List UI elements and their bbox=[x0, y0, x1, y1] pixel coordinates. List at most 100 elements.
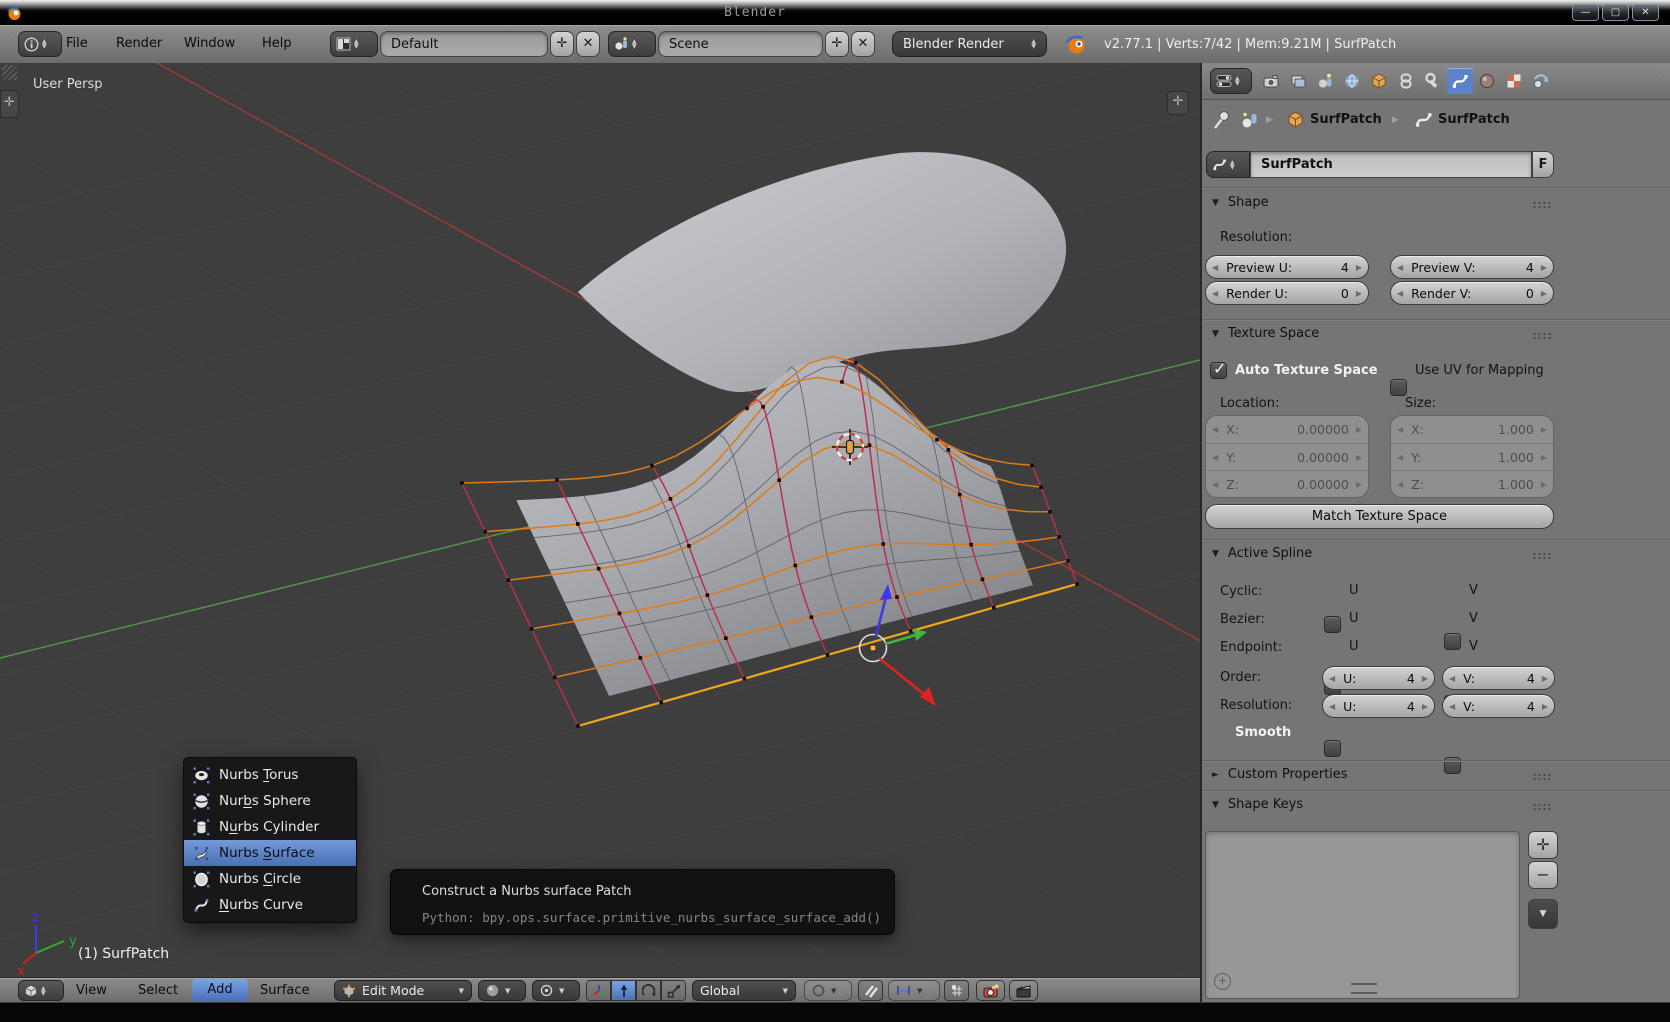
fake-user-button[interactable]: F bbox=[1532, 151, 1554, 178]
tab-object[interactable] bbox=[1366, 68, 1392, 94]
tab-material[interactable] bbox=[1474, 68, 1500, 94]
custom-properties-panel-header[interactable]: ► Custom Properties bbox=[1212, 767, 1348, 782]
endpoint-u-checkbox[interactable] bbox=[1324, 740, 1341, 757]
tab-physics[interactable] bbox=[1528, 68, 1554, 94]
add-shape-key-icon[interactable]: + bbox=[1214, 973, 1231, 990]
snap-element-dropdown[interactable]: ▼ bbox=[888, 980, 940, 1001]
object-cube-icon[interactable] bbox=[1286, 110, 1305, 129]
preview-v-field[interactable]: ◀Preview V:4▶ bbox=[1390, 255, 1554, 279]
3d-viewport-scene[interactable] bbox=[0, 63, 1200, 977]
shape-keys-list[interactable]: + bbox=[1205, 831, 1520, 999]
increment-arrow-icon[interactable]: ▶ bbox=[1541, 289, 1547, 298]
rotate-manipulator-toggle[interactable] bbox=[636, 980, 661, 1001]
toolshelf-expand-tab[interactable]: ✛ bbox=[0, 90, 19, 118]
texture-location-fields[interactable]: ◀X:0.00000▶ ◀Y:0.00000▶ ◀Z:0.00000▶ bbox=[1205, 415, 1369, 498]
editor-type-selector[interactable]: ▲▼ bbox=[18, 31, 62, 57]
size-z-field[interactable]: ◀Z:1.000▶ bbox=[1391, 470, 1553, 497]
render-u-field[interactable]: ◀Render U:0▶ bbox=[1205, 281, 1369, 305]
floating-nurbs-surface[interactable] bbox=[578, 152, 1066, 392]
menu-item-nurbs-cylinder[interactable]: Nurbs Cylinder bbox=[184, 814, 356, 840]
breadcrumb-data-name[interactable]: SurfPatch bbox=[1438, 112, 1510, 127]
delete-scene-button[interactable]: ✕ bbox=[851, 31, 875, 57]
scene-selector[interactable]: ▲▼ bbox=[608, 31, 656, 57]
order-u-field[interactable]: ◀U:4▶ bbox=[1322, 666, 1435, 690]
screen-layout-selector[interactable]: ▲▼ bbox=[330, 31, 378, 57]
proportional-edit-dropdown[interactable]: ▼ bbox=[804, 980, 852, 1001]
datablock-name-field[interactable]: SurfPatch bbox=[1250, 151, 1532, 178]
order-v-field[interactable]: ◀V:4▶ bbox=[1442, 666, 1555, 690]
preview-u-field[interactable]: ◀Preview U:4▶ bbox=[1205, 255, 1369, 279]
list-resize-handle[interactable] bbox=[1351, 983, 1377, 994]
pivot-center-dropdown[interactable]: ▼ bbox=[532, 980, 580, 1001]
manipulator-toggle[interactable] bbox=[586, 980, 611, 1001]
menu-file[interactable]: File bbox=[66, 36, 88, 51]
tab-texture[interactable] bbox=[1501, 68, 1527, 94]
active-spline-panel-header[interactable]: ▼ Active Spline bbox=[1212, 546, 1312, 561]
menu-item-nurbs-surface[interactable]: Nurbs Surface bbox=[184, 840, 356, 866]
shape-keys-panel-header[interactable]: ▼ Shape Keys bbox=[1212, 797, 1303, 812]
delete-layout-button[interactable]: ✕ bbox=[576, 31, 600, 57]
menu-item-nurbs-torus[interactable]: Nurbs Torus bbox=[184, 762, 356, 788]
properties-shelf-expand-tab[interactable]: ✛ bbox=[1167, 91, 1189, 115]
texture-size-fields[interactable]: ◀X:1.000▶ ◀Y:1.000▶ ◀Z:1.000▶ bbox=[1390, 415, 1554, 498]
shape-key-specials-dropdown[interactable]: ▼ bbox=[1528, 899, 1558, 929]
breadcrumb-object-name[interactable]: SurfPatch bbox=[1310, 112, 1382, 127]
increment-arrow-icon[interactable]: ▶ bbox=[1542, 674, 1548, 683]
menu-select[interactable]: Select bbox=[138, 983, 178, 998]
tab-render-layers[interactable] bbox=[1285, 68, 1311, 94]
add-shape-key-button[interactable]: ✛ bbox=[1528, 831, 1558, 859]
increment-arrow-icon[interactable]: ▶ bbox=[1422, 674, 1428, 683]
auto-texture-space-checkbox[interactable] bbox=[1210, 362, 1227, 379]
editor-type-selector[interactable]: ▲▼ bbox=[1210, 68, 1252, 94]
remove-shape-key-button[interactable]: − bbox=[1528, 861, 1558, 889]
menu-add[interactable]: Add bbox=[192, 979, 248, 1001]
pin-icon[interactable] bbox=[1212, 109, 1232, 131]
menu-view[interactable]: View bbox=[76, 983, 107, 998]
panel-grip[interactable] bbox=[1532, 773, 1552, 781]
minimize-button[interactable]: — bbox=[1572, 4, 1599, 21]
curve-data-icon[interactable] bbox=[1414, 110, 1433, 129]
menu-item-nurbs-circle[interactable]: Nurbs Circle bbox=[184, 866, 356, 892]
opengl-render-anim-button[interactable] bbox=[1009, 980, 1038, 1001]
menu-help[interactable]: Help bbox=[262, 36, 292, 51]
panel-expand-icon[interactable]: ▼ bbox=[1212, 800, 1219, 810]
viewport-shading-dropdown[interactable]: ▼ bbox=[478, 980, 526, 1001]
tab-render[interactable] bbox=[1258, 68, 1284, 94]
mode-dropdown[interactable]: Edit Mode ▼ bbox=[334, 980, 472, 1001]
menu-item-nurbs-curve[interactable]: Nurbs Curve bbox=[184, 892, 356, 918]
data-selector[interactable]: ▲▼ bbox=[1206, 151, 1250, 178]
tab-scene[interactable] bbox=[1312, 68, 1338, 94]
size-x-field[interactable]: ◀X:1.000▶ bbox=[1391, 416, 1553, 443]
increment-arrow-icon[interactable]: ▶ bbox=[1356, 289, 1362, 298]
snap-peel-toggle[interactable] bbox=[944, 980, 969, 1001]
size-y-field[interactable]: ◀Y:1.000▶ bbox=[1391, 443, 1553, 470]
corner-grip[interactable] bbox=[2, 65, 17, 80]
transform-orientation-dropdown[interactable]: Global ▼ bbox=[692, 980, 796, 1001]
panel-expand-icon[interactable]: ▼ bbox=[1212, 198, 1219, 208]
panel-grip[interactable] bbox=[1532, 552, 1552, 560]
location-y-field[interactable]: ◀Y:0.00000▶ bbox=[1206, 443, 1368, 470]
panel-grip[interactable] bbox=[1532, 803, 1552, 811]
scale-manipulator-toggle[interactable] bbox=[661, 980, 686, 1001]
menu-render[interactable]: Render bbox=[116, 36, 162, 51]
corner-grip[interactable] bbox=[1654, 65, 1669, 80]
increment-arrow-icon[interactable]: ▶ bbox=[1542, 702, 1548, 711]
scene-field[interactable]: Scene bbox=[658, 31, 823, 57]
add-scene-button[interactable]: ✛ bbox=[825, 31, 849, 57]
menu-item-nurbs-sphere[interactable]: Nurbs Sphere bbox=[184, 788, 356, 814]
match-texture-space-button[interactable]: Match Texture Space bbox=[1205, 504, 1554, 529]
3d-viewport[interactable]: User Persp ✛ ✛ z y x (1) SurfPatch Nurbs… bbox=[0, 63, 1200, 977]
tab-modifiers[interactable] bbox=[1420, 68, 1446, 94]
close-button[interactable]: ✕ bbox=[1632, 4, 1659, 21]
tab-world[interactable] bbox=[1339, 68, 1365, 94]
resolution-u-field[interactable]: ◀U:4▶ bbox=[1322, 694, 1435, 718]
render-v-field[interactable]: ◀Render V:0▶ bbox=[1390, 281, 1554, 305]
resolution-v-field[interactable]: ◀V:4▶ bbox=[1442, 694, 1555, 718]
render-engine-dropdown[interactable]: Blender Render ▲▼ bbox=[892, 31, 1047, 57]
translate-manipulator-toggle[interactable] bbox=[611, 980, 636, 1001]
panel-expand-icon[interactable]: ▼ bbox=[1212, 549, 1219, 559]
menu-window[interactable]: Window bbox=[184, 36, 235, 51]
maximize-button[interactable]: ▢ bbox=[1602, 4, 1629, 21]
snap-toggle[interactable] bbox=[858, 980, 883, 1001]
screen-layout-field[interactable]: Default bbox=[380, 31, 548, 57]
